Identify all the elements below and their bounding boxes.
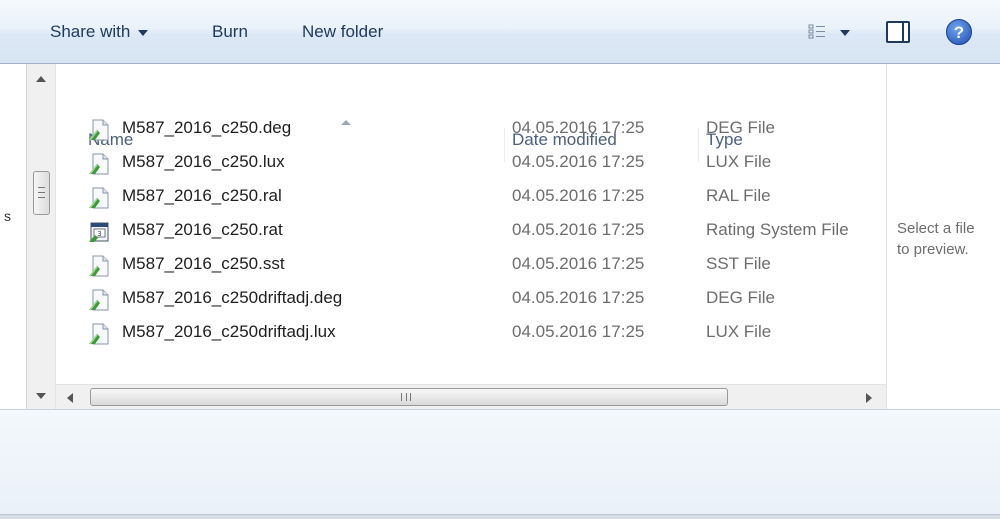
preview-message-line2: to preview.: [897, 241, 969, 258]
file-type: SST File: [706, 254, 771, 273]
file-date-modified: 04.05.2016 17:25: [512, 186, 645, 205]
file-name: M587_2016_c250driftadj.deg: [122, 288, 343, 307]
file-row[interactable]: M587_2016_c250driftadj.lux 04.05.2016 17:…: [88, 320, 878, 348]
file-name: M587_2016_c250.sst: [122, 254, 285, 273]
file-type: DEG File: [706, 288, 775, 307]
generic-file-icon: [88, 187, 110, 209]
change-view-icon[interactable]: [808, 24, 826, 40]
vertical-scroll-thumb[interactable]: [33, 171, 50, 215]
file-type: Rating System File: [706, 220, 849, 239]
new-folder-button[interactable]: New folder: [302, 20, 383, 44]
file-row[interactable]: M587_2016_c250.sst 04.05.2016 17:25 SST Fi…: [88, 252, 878, 280]
generic-file-icon: [88, 289, 110, 311]
file-date-modified: 04.05.2016 17:25: [512, 322, 645, 341]
svg-text:3: 3: [97, 230, 101, 238]
file-date-modified: 04.05.2016 17:25: [512, 254, 645, 273]
file-name: M587_2016_c250driftadj.lux: [122, 322, 336, 341]
file-date-modified: 04.05.2016 17:25: [512, 118, 645, 137]
file-type: DEG File: [706, 118, 775, 137]
help-icon[interactable]: ?: [946, 19, 972, 45]
navigation-pane-clipped-text: s: [4, 208, 11, 224]
generic-file-icon: [88, 255, 110, 277]
chevron-down-icon: [138, 29, 149, 36]
file-name: M587_2016_c250.rat: [122, 220, 283, 239]
scroll-right-arrow-icon[interactable]: [866, 393, 872, 403]
share-with-button[interactable]: Share with: [50, 20, 149, 44]
preview-message-line1: Select a file: [897, 220, 975, 237]
rating-system-file-icon: 3: [88, 221, 110, 243]
file-row[interactable]: M587_2016_c250.deg 04.05.2016 17:25 DEG Fi…: [88, 116, 878, 144]
file-date-modified: 04.05.2016 17:25: [512, 288, 645, 307]
scroll-up-arrow-icon[interactable]: [36, 76, 46, 82]
vertical-scrollbar[interactable]: [26, 64, 56, 409]
file-row[interactable]: M587_2016_c250.ral 04.05.2016 17:25 RAL Fi…: [88, 184, 878, 212]
preview-message: Select a file to preview.: [897, 218, 1000, 260]
file-date-modified: 04.05.2016 17:25: [512, 220, 645, 239]
file-type: LUX File: [706, 322, 772, 341]
grip-icon: [401, 393, 411, 401]
file-name: M587_2016_c250.deg: [122, 118, 292, 137]
file-row[interactable]: M587_2016_c250.lux 04.05.2016 17:25 LUX Fi…: [88, 150, 878, 178]
horizontal-scroll-thumb[interactable]: [90, 388, 728, 406]
file-type: LUX File: [706, 152, 772, 171]
preview-pane-icon[interactable]: [886, 21, 910, 43]
generic-file-icon: [88, 323, 110, 345]
scroll-left-arrow-icon[interactable]: [67, 393, 73, 403]
file-name: M587_2016_c250.lux: [122, 152, 285, 171]
file-row[interactable]: M587_2016_c250driftadj.deg 04.05.2016 17:…: [88, 286, 878, 314]
preview-pane: Select a file to preview.: [886, 64, 1000, 409]
file-row[interactable]: 3 M587_2016_c250.rat 04.05.2016 17:25 Ratin…: [88, 218, 878, 246]
file-date-modified: 04.05.2016 17:25: [512, 152, 645, 171]
share-with-label: Share with: [50, 22, 131, 41]
burn-button[interactable]: Burn: [212, 20, 248, 44]
command-bar: Share with Burn New folder ?: [0, 0, 1000, 64]
grip-icon: [38, 187, 45, 198]
view-options-chevron-down-icon[interactable]: [840, 30, 850, 36]
details-pane: [0, 409, 1000, 519]
generic-file-icon: [88, 153, 110, 175]
horizontal-scrollbar[interactable]: [56, 384, 886, 409]
generic-file-icon: [88, 119, 110, 141]
file-name: M587_2016_c250.ral: [122, 186, 282, 205]
navigation-pane-edge: [0, 64, 26, 409]
scroll-down-arrow-icon[interactable]: [36, 393, 46, 399]
window-bottom-border: [0, 514, 1000, 519]
file-type: RAL File: [706, 186, 771, 205]
